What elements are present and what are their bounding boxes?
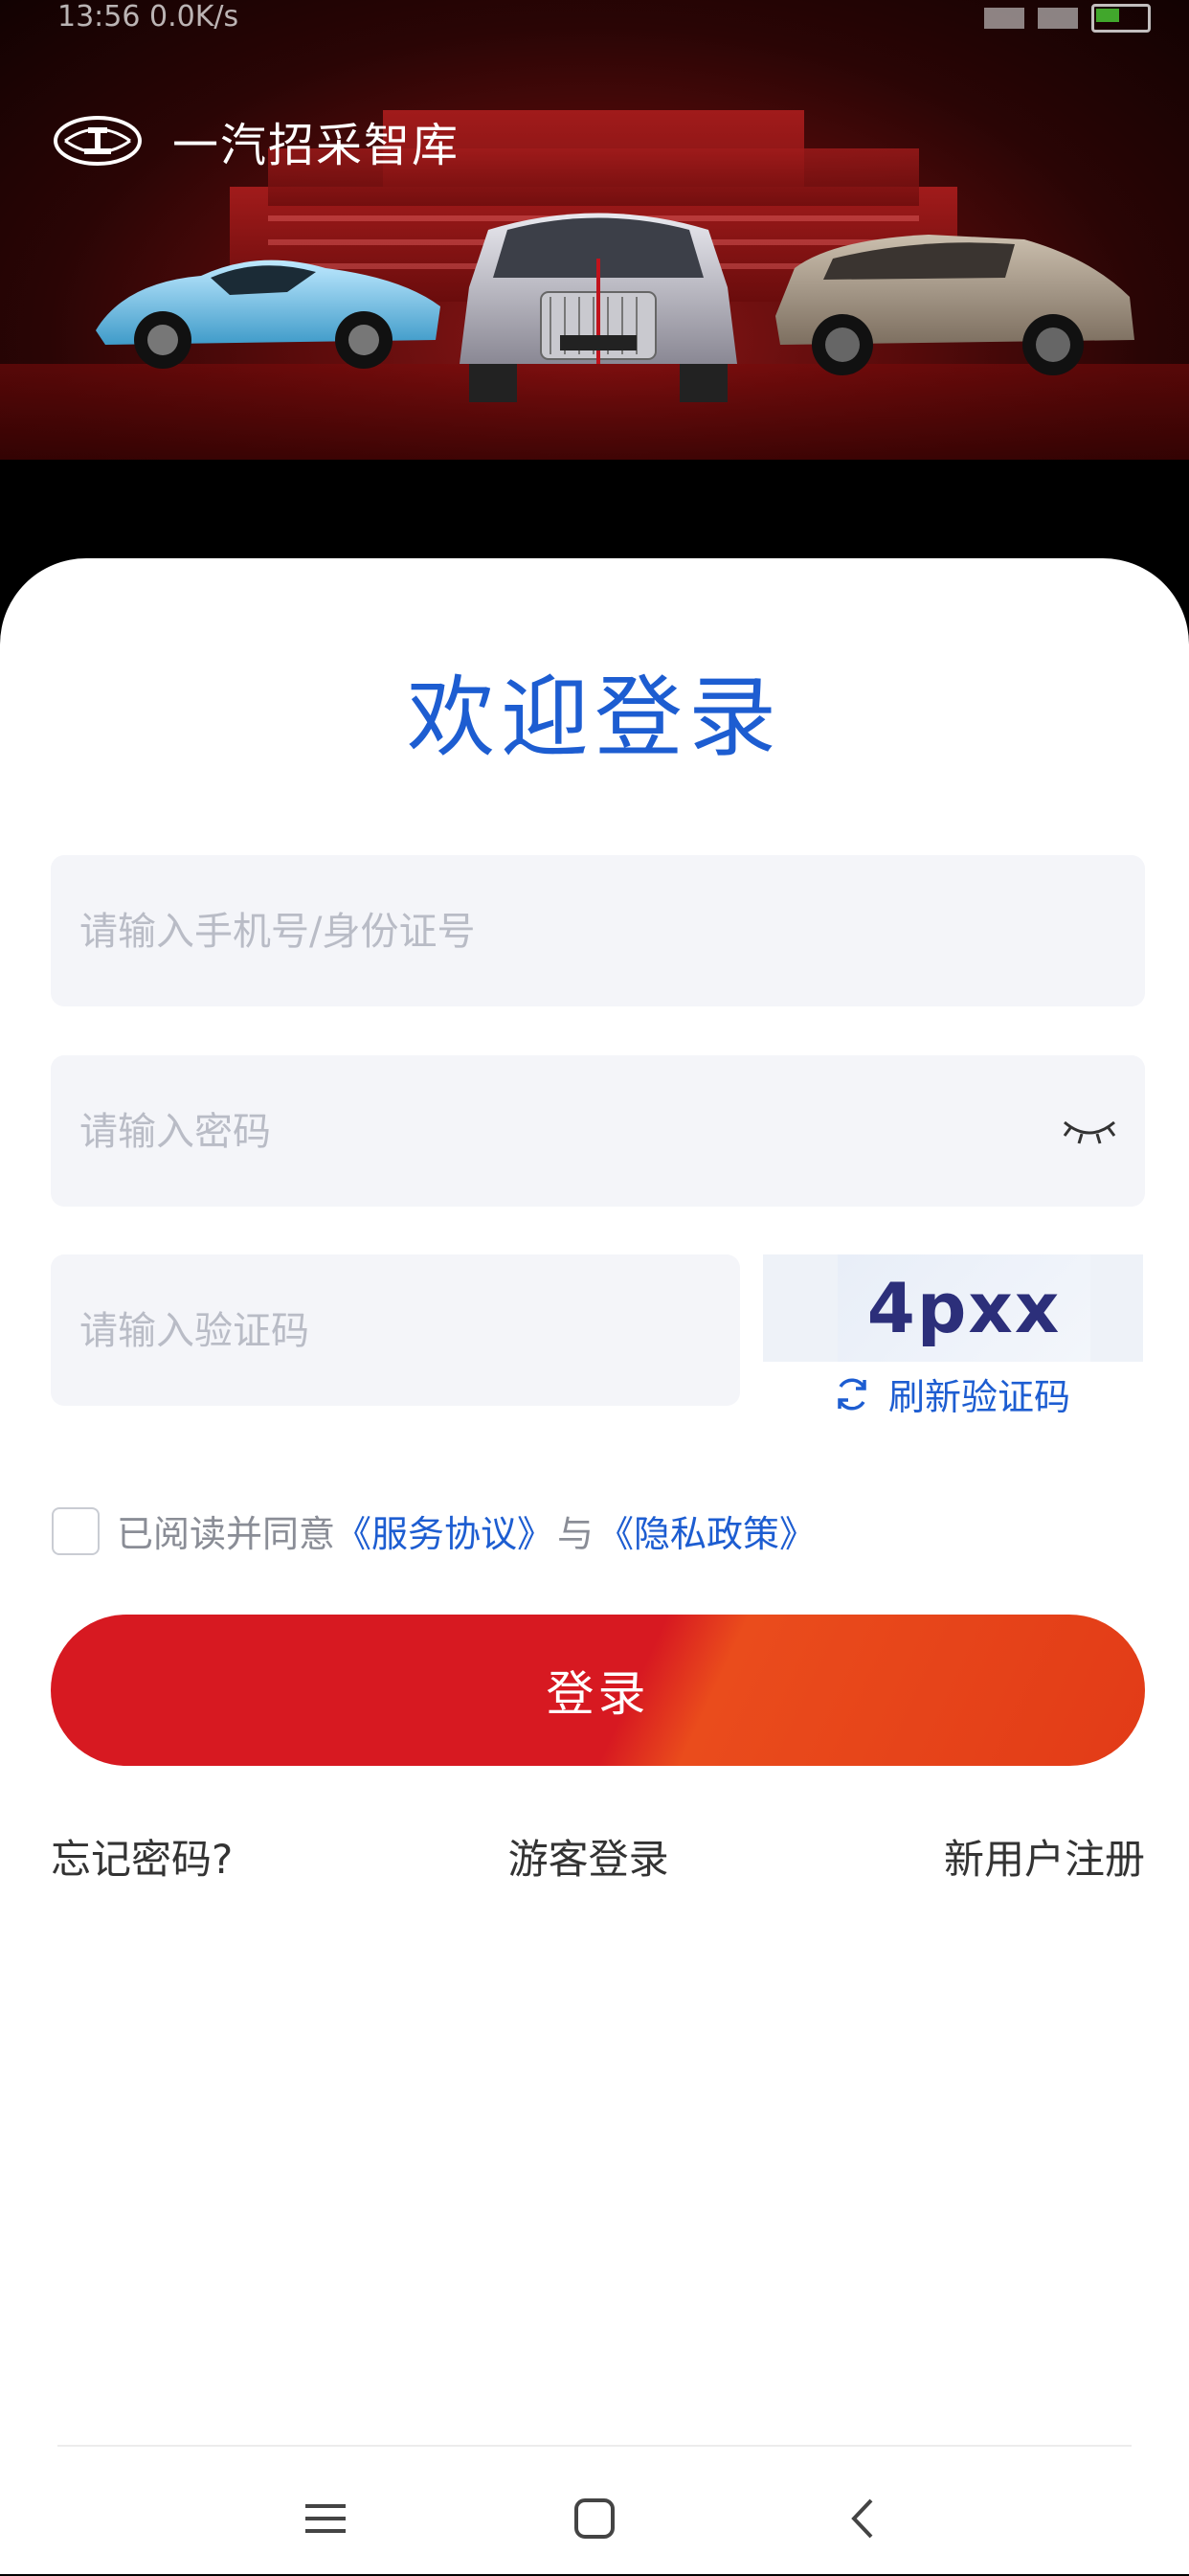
register-link[interactable]: 新用户注册 (944, 1827, 1145, 1886)
agree-checkbox[interactable] (52, 1506, 100, 1555)
captcha-image-area[interactable]: 4pxx (763, 1254, 1143, 1362)
wifi-icon (1038, 8, 1078, 29)
battery-icon (1091, 4, 1151, 33)
brand: 一汽招采智库 (52, 107, 460, 174)
captcha-image[interactable]: 4pxx (838, 1254, 1090, 1362)
bottom-links: 忘记密码? 游客登录 新用户注册 (51, 1827, 1145, 1886)
brand-name: 一汽招采智库 (172, 119, 460, 172)
agreement-row: 已阅读并同意《服务协议》与《隐私政策》 (52, 1504, 816, 1557)
menu-icon[interactable] (302, 2495, 349, 2542)
faw-logo-icon (54, 116, 142, 166)
agree-join: 与 (557, 1513, 594, 1555)
password-field (51, 1055, 1145, 1209)
login-button[interactable]: 登录 (51, 1615, 1145, 1766)
password-input[interactable] (78, 1055, 1051, 1209)
service-agreement-link[interactable]: 《服务协议》 (335, 1513, 553, 1555)
eye-closed-icon[interactable] (1061, 1115, 1118, 1147)
home-icon[interactable] (571, 2495, 618, 2542)
back-icon[interactable] (841, 2495, 888, 2542)
login-card: 欢迎登录 4pxx 刷新验证码 已阅读并同意《服务协议》与《隐私政策》 (0, 558, 1189, 2574)
phone-field (51, 855, 1145, 1008)
forgot-password-link[interactable]: 忘记密码? (51, 1827, 233, 1886)
refresh-captcha-label: 刷新验证码 (888, 1376, 1071, 1418)
status-time: 13:56 0.0K/s (57, 0, 239, 34)
car-suv-image (775, 235, 1134, 375)
car-sports-image (96, 260, 440, 369)
refresh-captcha-button[interactable]: 刷新验证码 (833, 1367, 1070, 1420)
hero-banner: 13:56 0.0K/s 一汽招采智库 (0, 0, 1189, 613)
captcha-input[interactable] (78, 1254, 717, 1408)
refresh-icon (838, 1378, 866, 1410)
page-title: 欢迎登录 (406, 667, 782, 769)
signal-icon (984, 8, 1024, 29)
guest-login-link[interactable]: 游客登录 (508, 1827, 669, 1886)
agreement-text: 已阅读并同意《服务协议》与《隐私政策》 (117, 1504, 816, 1557)
privacy-policy-link[interactable]: 《隐私政策》 (597, 1513, 816, 1555)
agree-prefix: 已阅读并同意 (117, 1513, 336, 1555)
captcha-field (51, 1254, 740, 1408)
car-sedan-image (460, 213, 737, 402)
status-bar: 13:56 0.0K/s (0, 0, 1189, 38)
phone-input[interactable] (78, 855, 1051, 1008)
status-icons (984, 4, 1151, 33)
system-nav-bar (57, 2445, 1132, 2576)
